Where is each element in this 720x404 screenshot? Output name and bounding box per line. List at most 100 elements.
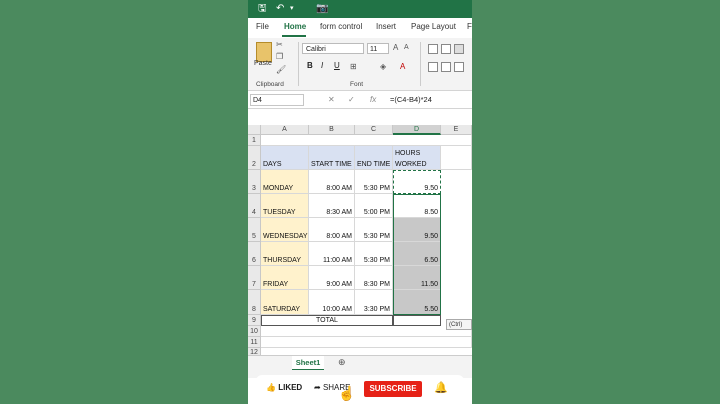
tab-form-control[interactable]: form control (320, 22, 362, 31)
save-icon[interactable]: 🖫 (258, 3, 267, 15)
align-left-icon[interactable] (428, 62, 438, 72)
row-header[interactable]: 2 (248, 146, 261, 170)
font-size-box[interactable]: 11 (367, 43, 389, 54)
row-header[interactable]: 8 (248, 290, 261, 315)
add-sheet-icon[interactable]: ⊕ (338, 357, 346, 368)
cell-day[interactable]: THURSDAY (261, 242, 309, 266)
tab-file[interactable]: File (256, 22, 269, 31)
cell-b2[interactable]: START TIME (309, 146, 355, 170)
cell-c2[interactable]: END TIME (355, 146, 393, 170)
cell-hours[interactable]: 5.50 (393, 290, 441, 315)
row-header[interactable]: 3 (248, 170, 261, 194)
cell-day[interactable]: MONDAY (261, 170, 309, 194)
sheet-tab-bar: Sheet1 ⊕ (248, 355, 472, 371)
row-header[interactable]: 9 (248, 315, 261, 326)
youtube-action-bar: 👍 LIKED ➦ SHARE SUBSCRIBE 🔔 (256, 375, 464, 403)
cell-end[interactable]: 5:00 PM (355, 194, 393, 218)
cell-day[interactable]: TUESDAY (261, 194, 309, 218)
cell-start[interactable]: 11:00 AM (309, 242, 355, 266)
align-bottom-icon[interactable] (454, 44, 464, 54)
name-box[interactable]: D4 (250, 94, 304, 106)
cell-hours[interactable]: 6.50 (393, 242, 441, 266)
subscribe-button[interactable]: SUBSCRIBE (364, 381, 422, 397)
tab-more[interactable]: F (467, 22, 472, 31)
undo-icon[interactable]: ↶ (276, 3, 284, 15)
cell-start[interactable]: 10:00 AM (309, 290, 355, 315)
row-header[interactable]: 1 (248, 135, 261, 146)
enter-icon[interactable]: ✓ (348, 95, 355, 104)
row-header[interactable]: 5 (248, 218, 261, 242)
tab-home[interactable]: Home (284, 22, 306, 31)
cell-start[interactable]: 8:30 AM (309, 194, 355, 218)
clipboard-group-label: Clipboard (256, 81, 284, 88)
row-header[interactable]: 6 (248, 242, 261, 266)
grow-font-icon[interactable]: A (393, 43, 398, 52)
dropdown-icon[interactable]: ▾ (290, 3, 294, 15)
italic-button[interactable]: I (321, 61, 323, 70)
align-right-icon[interactable] (454, 62, 464, 72)
copy-icon[interactable]: ❐ (276, 52, 283, 61)
empty-row[interactable] (261, 326, 472, 337)
thumbs-up-icon: 👍 (266, 383, 276, 392)
format-painter-icon[interactable]: 🖌 (276, 65, 286, 74)
paste-options-button[interactable]: (Ctrl) (446, 319, 472, 330)
cell-start[interactable]: 9:00 AM (309, 266, 355, 290)
cell-hours[interactable]: 9.50 (393, 218, 441, 242)
cell-total-label[interactable]: TOTAL (261, 315, 393, 326)
bold-button[interactable]: B (307, 61, 313, 70)
cell-hours-active[interactable]: 8.50 (393, 194, 441, 218)
cell-hours[interactable]: 11.50 (393, 266, 441, 290)
cell-d2[interactable]: HOURS WORKED (393, 146, 441, 170)
font-name-box[interactable]: Calibri (302, 43, 364, 54)
tab-insert[interactable]: Insert (376, 22, 396, 31)
column-header-c[interactable]: C (355, 125, 393, 135)
cell-day[interactable]: FRIDAY (261, 266, 309, 290)
font-group-label: Font (350, 81, 364, 88)
tab-page-layout[interactable]: Page Layout (411, 22, 456, 31)
sheet-tab-sheet1[interactable]: Sheet1 (292, 356, 324, 371)
clipboard-icon[interactable] (256, 42, 272, 62)
shrink-font-icon[interactable]: A (404, 44, 409, 51)
cell-end[interactable]: 5:30 PM (355, 218, 393, 242)
formula-input[interactable]: =(C4-B4)*24 (390, 95, 432, 104)
cell-start[interactable]: 8:00 AM (309, 218, 355, 242)
cut-icon[interactable]: ✂ (276, 40, 283, 49)
cell-end[interactable]: 8:30 PM (355, 266, 393, 290)
cell-end[interactable]: 3:30 PM (355, 290, 393, 315)
row-header[interactable]: 7 (248, 266, 261, 290)
column-header-b[interactable]: B (309, 125, 355, 135)
row-header[interactable]: 11 (248, 337, 261, 348)
column-header-a[interactable]: A (261, 125, 309, 135)
font-color-icon[interactable]: A (400, 62, 405, 71)
paste-button[interactable]: Paste (254, 60, 272, 67)
empty-row[interactable] (261, 337, 472, 348)
fill-color-icon[interactable]: ◈ (380, 62, 386, 71)
borders-icon[interactable]: ⊞ (350, 62, 357, 71)
underline-button[interactable]: U (334, 61, 340, 70)
cell-total-value[interactable] (393, 315, 441, 326)
cell-hours-copied[interactable]: 9.50 (393, 170, 441, 194)
cell-end[interactable]: 5:30 PM (355, 242, 393, 266)
title-bar: 🖫 ↶ ▾ 📷 (248, 0, 472, 18)
cell-end[interactable]: 5:30 PM (355, 170, 393, 194)
select-all-corner[interactable] (248, 125, 261, 135)
column-header-e[interactable]: E (441, 125, 472, 135)
align-top-icon[interactable] (428, 44, 438, 54)
cell-day[interactable]: WEDNESDAY (261, 218, 309, 242)
cancel-icon[interactable]: ✕ (328, 95, 335, 104)
like-button[interactable]: 👍 LIKED (266, 383, 302, 392)
fx-icon[interactable]: fx (370, 95, 376, 104)
cell-e2[interactable] (441, 146, 472, 170)
align-center-icon[interactable] (441, 62, 451, 72)
align-middle-icon[interactable] (441, 44, 451, 54)
bell-icon[interactable]: 🔔 (434, 381, 448, 394)
cell-start[interactable]: 8:00 AM (309, 170, 355, 194)
row-header[interactable]: 4 (248, 194, 261, 218)
cell-day[interactable]: SATURDAY (261, 290, 309, 315)
column-header-d[interactable]: D (393, 125, 441, 135)
row-header[interactable]: 10 (248, 326, 261, 337)
cell-a2[interactable]: DAYS (261, 146, 309, 170)
ribbon: Paste ✂ ❐ 🖌 Clipboard Calibri 11 A A B I… (248, 38, 472, 91)
row-1-cells[interactable] (261, 135, 472, 146)
camera-icon[interactable]: 📷 (316, 3, 328, 15)
